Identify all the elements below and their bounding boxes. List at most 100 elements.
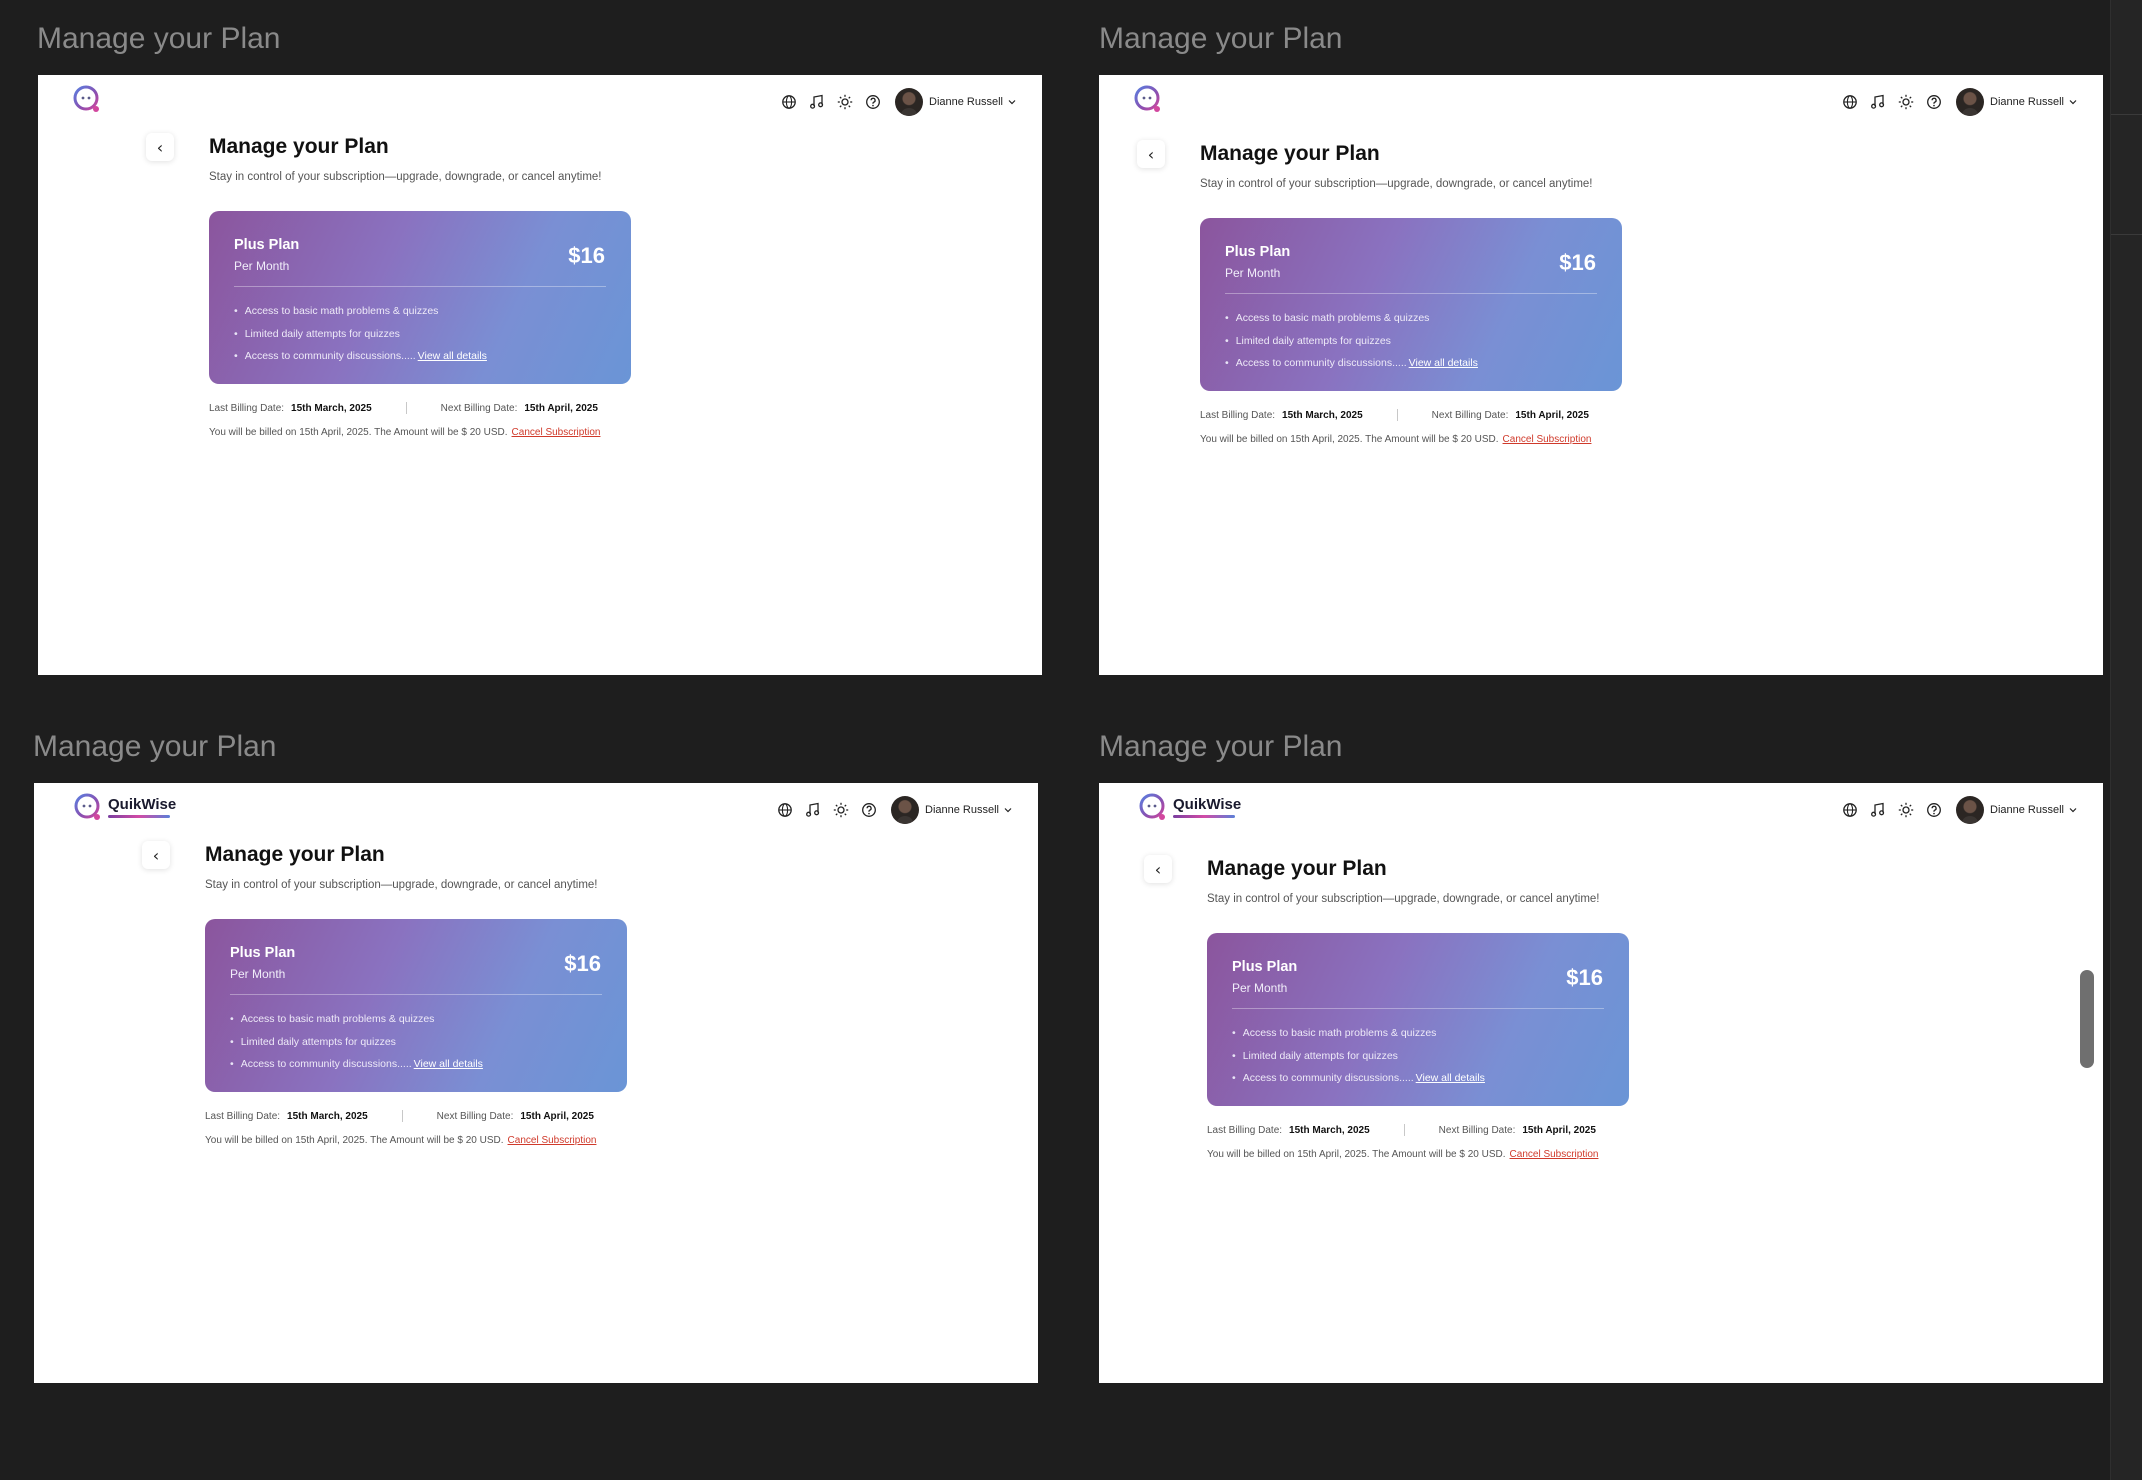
billing-dates: Last Billing Date: 15th March, 2025 Next… — [1207, 1124, 1596, 1136]
plan-card: Plus Plan Per Month $16 Access to basic … — [1200, 218, 1622, 391]
rail-divider — [2111, 234, 2142, 235]
scrollbar-thumb[interactable] — [2080, 970, 2094, 1068]
cancel-subscription-link[interactable]: Cancel Subscription — [1503, 434, 1592, 445]
plan-name: Plus Plan — [234, 237, 300, 253]
music-icon[interactable] — [805, 802, 821, 818]
back-chevron-icon: ‹ — [1154, 859, 1162, 879]
view-all-details-link[interactable]: View all details — [1416, 1072, 1485, 1084]
plan-features: Access to basic math problems & quizzes … — [1225, 307, 1478, 375]
plan-period: Per Month — [1225, 266, 1281, 280]
billing-divider — [1403, 1124, 1405, 1136]
feature-item: Limited daily attempts for quizzes — [234, 323, 487, 346]
chevron-down-icon[interactable] — [1004, 806, 1012, 814]
globe-icon[interactable] — [1842, 94, 1858, 110]
frame-label: Manage your Plan — [1099, 730, 1343, 763]
page-title: Manage your Plan — [1200, 142, 1380, 165]
music-icon[interactable] — [1870, 94, 1886, 110]
music-icon[interactable] — [809, 94, 825, 110]
sun-icon[interactable] — [833, 802, 849, 818]
next-billing-label: Next Billing Date: — [1438, 1124, 1516, 1136]
feature-item: Access to basic math problems & quizzes — [234, 300, 487, 323]
frame-label: Manage your Plan — [37, 22, 281, 55]
view-all-details-link[interactable]: View all details — [1409, 357, 1478, 369]
plan-price: $16 — [568, 243, 605, 268]
plan-divider — [230, 994, 602, 995]
help-icon[interactable] — [1926, 94, 1942, 110]
avatar[interactable] — [891, 796, 920, 824]
billing-note: You will be billed on 15th April, 2025. … — [205, 1135, 597, 1146]
avatar[interactable] — [1956, 88, 1985, 116]
brand-wordmark: QuikWise — [1173, 796, 1241, 818]
back-button[interactable]: ‹ — [142, 841, 170, 869]
page-subtitle: Stay in control of your subscription—upg… — [209, 171, 602, 183]
screen-frame-4: QuikWise Dianne Russell ‹ Manage your Pl… — [1099, 783, 2103, 1383]
nav-icons: Dianne Russell — [1842, 796, 2077, 824]
nav-icons: Dianne Russell — [1842, 88, 2077, 116]
globe-icon[interactable] — [1842, 802, 1858, 818]
view-all-details-link[interactable]: View all details — [418, 350, 487, 362]
screen-frame-2: Dianne Russell ‹ Manage your Plan Stay i… — [1099, 75, 2103, 675]
billing-note: You will be billed on 15th April, 2025. … — [1207, 1149, 1599, 1160]
logo[interactable]: QuikWise — [1137, 791, 1241, 823]
help-icon[interactable] — [861, 802, 877, 818]
help-icon[interactable] — [865, 94, 881, 110]
music-icon[interactable] — [1870, 802, 1886, 818]
cancel-subscription-link[interactable]: Cancel Subscription — [508, 1135, 597, 1146]
frame-label: Manage your Plan — [33, 730, 277, 763]
plan-card: Plus Plan Per Month $16 Access to basic … — [209, 211, 631, 384]
view-all-details-link[interactable]: View all details — [414, 1058, 483, 1070]
back-button[interactable]: ‹ — [1144, 855, 1172, 883]
nav-icons: Dianne Russell — [777, 796, 1012, 824]
logo[interactable] — [71, 83, 103, 115]
chevron-down-icon[interactable] — [1008, 98, 1016, 106]
billing-dates: Last Billing Date: 15th March, 2025 Next… — [1200, 409, 1589, 421]
sun-icon[interactable] — [837, 94, 853, 110]
billing-dates: Last Billing Date: 15th March, 2025 Next… — [205, 1110, 594, 1122]
back-button[interactable]: ‹ — [1137, 140, 1165, 168]
user-name[interactable]: Dianne Russell — [929, 96, 1003, 108]
plan-period: Per Month — [230, 967, 286, 981]
plan-price: $16 — [564, 951, 601, 976]
globe-icon[interactable] — [781, 94, 797, 110]
page-subtitle: Stay in control of your subscription—upg… — [205, 879, 598, 891]
brand-tagline-bar — [108, 815, 170, 818]
avatar[interactable] — [895, 88, 924, 116]
chevron-down-icon[interactable] — [2069, 98, 2077, 106]
billing-note: You will be billed on 15th April, 2025. … — [1200, 434, 1592, 445]
plan-name: Plus Plan — [230, 945, 296, 961]
next-billing-value: 15th April, 2025 — [524, 402, 598, 414]
logo[interactable]: QuikWise — [72, 791, 176, 823]
user-name[interactable]: Dianne Russell — [1990, 804, 2064, 816]
billing-divider — [401, 1110, 403, 1122]
plan-price: $16 — [1559, 250, 1596, 275]
back-button[interactable]: ‹ — [146, 133, 174, 161]
user-name[interactable]: Dianne Russell — [925, 804, 999, 816]
brand-tagline-bar — [1173, 815, 1235, 818]
sun-icon[interactable] — [1898, 802, 1914, 818]
plan-divider — [1232, 1008, 1604, 1009]
last-billing-label: Last Billing Date: — [1207, 1124, 1283, 1136]
plan-features: Access to basic math problems & quizzes … — [1232, 1022, 1485, 1090]
globe-icon[interactable] — [777, 802, 793, 818]
cancel-subscription-link[interactable]: Cancel Subscription — [512, 427, 601, 438]
billing-divider — [1396, 409, 1398, 421]
next-billing-value: 15th April, 2025 — [1522, 1124, 1596, 1136]
avatar[interactable] — [1956, 796, 1985, 824]
page-title: Manage your Plan — [1207, 857, 1387, 880]
logo[interactable] — [1132, 83, 1164, 115]
feature-item: Access to basic math problems & quizzes — [230, 1008, 483, 1031]
logo-icon — [71, 83, 103, 115]
cancel-subscription-link[interactable]: Cancel Subscription — [1510, 1149, 1599, 1160]
rail-divider — [2111, 114, 2142, 115]
top-navbar: Dianne Russell — [38, 75, 1042, 125]
user-name[interactable]: Dianne Russell — [1990, 96, 2064, 108]
chevron-down-icon[interactable] — [2069, 806, 2077, 814]
top-navbar: Dianne Russell — [1099, 75, 2103, 125]
plan-features: Access to basic math problems & quizzes … — [234, 300, 487, 368]
feature-item: Limited daily attempts for quizzes — [1232, 1045, 1485, 1068]
feature-item: Access to community discussions.....View… — [234, 345, 487, 368]
last-billing-label: Last Billing Date: — [205, 1110, 281, 1122]
sun-icon[interactable] — [1898, 94, 1914, 110]
help-icon[interactable] — [1926, 802, 1942, 818]
back-chevron-icon: ‹ — [152, 845, 160, 865]
